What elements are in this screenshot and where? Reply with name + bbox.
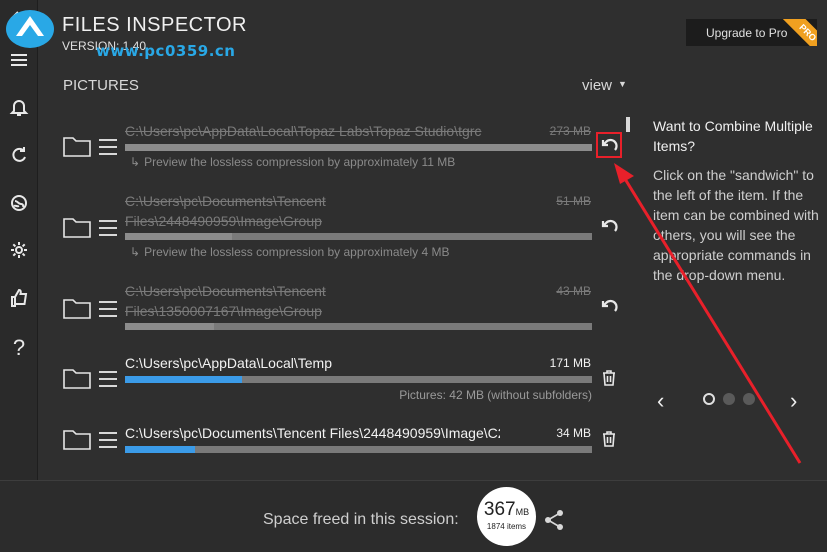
refresh-icon[interactable] <box>0 137 38 173</box>
sandwich-menu-button[interactable] <box>99 432 117 448</box>
freed-items: 1874 items <box>486 522 527 531</box>
sandwich-menu-button[interactable] <box>99 301 117 317</box>
item-progress-bar <box>125 446 592 453</box>
folder-icon <box>63 135 91 157</box>
help-panel: Want to Combine Multiple Items? Click on… <box>637 110 827 480</box>
space-freed-badge: 367MB 1874 items <box>477 487 536 546</box>
view-dropdown[interactable]: view ▼ <box>582 77 627 94</box>
item-path: C:\Users\pc\Documents\Tencent Files\2448… <box>125 193 326 229</box>
item-size: 43 MB <box>556 284 591 298</box>
item-size: 51 MB <box>556 194 591 208</box>
delete-button[interactable] <box>596 426 622 452</box>
left-rail: ? <box>0 0 38 480</box>
undo-icon <box>601 138 618 151</box>
item-size: 34 MB <box>556 426 591 440</box>
undo-icon <box>601 299 618 312</box>
prev-chevron-icon[interactable]: ‹ <box>657 388 664 414</box>
item-subtext: Pictures: 42 MB (without subfolders) <box>399 388 592 402</box>
item-path: C:\Users\pc\Documents\Tencent Files\1350… <box>125 283 326 319</box>
item-size: 273 MB <box>549 124 591 138</box>
folder-icon <box>63 216 91 238</box>
app-title: FILES INSPECTOR <box>62 14 247 36</box>
undo-button[interactable] <box>596 293 622 319</box>
pager-dot[interactable] <box>743 393 755 405</box>
pager-dots <box>703 393 755 405</box>
watermark-logo-icon <box>6 10 54 48</box>
item-size: 171 MB <box>549 356 591 370</box>
item-path: C:\Users\pc\Documents\Tencent Files\2448… <box>125 425 500 441</box>
share-icon <box>545 510 563 530</box>
thumbs-up-icon[interactable] <box>0 280 38 316</box>
item-path: C:\Users\pc\AppData\Local\Topaz Labs\Top… <box>125 123 482 139</box>
pager-dot[interactable] <box>723 393 735 405</box>
help-title: Want to Combine Multiple Items? <box>653 118 813 154</box>
list-item: C:\Users\pc\Documents\Tencent Files\2448… <box>38 188 628 259</box>
watermark-text: www.pc0359.cn <box>96 42 236 60</box>
sandwich-menu-button[interactable] <box>99 220 117 236</box>
item-progress-fill <box>125 376 242 383</box>
item-progress-fill <box>125 144 592 151</box>
item-progress-bar <box>125 376 592 383</box>
help-body: Click on the "sandwich" to the left of t… <box>653 167 819 283</box>
gear-icon[interactable] <box>0 232 38 268</box>
sandwich-menu-button[interactable] <box>99 139 117 155</box>
folder-icon <box>63 297 91 319</box>
space-freed-label: Space freed in this session: <box>263 511 459 528</box>
freed-value: 367 <box>483 499 516 520</box>
undo-button[interactable] <box>596 132 622 158</box>
sandwich-menu-button[interactable] <box>99 371 117 387</box>
globe-icon[interactable] <box>0 185 38 221</box>
freed-unit: MB <box>515 507 530 517</box>
view-label: view <box>582 77 613 94</box>
undo-icon <box>601 219 618 232</box>
item-progress-fill <box>125 323 214 330</box>
upgrade-label: Upgrade to Pro <box>706 25 788 40</box>
item-progress-fill <box>125 446 196 453</box>
item-progress-bar <box>125 233 592 240</box>
share-button[interactable] <box>543 509 565 531</box>
item-progress-bar <box>125 323 592 330</box>
delete-button[interactable] <box>596 365 622 391</box>
trash-icon <box>603 370 615 386</box>
bell-icon[interactable] <box>0 89 38 125</box>
upgrade-to-pro-button[interactable]: Upgrade to Pro PRO <box>686 19 817 46</box>
list-item: C:\Users\pc\AppData\Local\Temp 171 MB Pi… <box>38 352 628 422</box>
section-title: PICTURES <box>63 77 139 94</box>
footer: Space freed in this session: 367MB 1874 … <box>0 480 827 552</box>
header: FILES INSPECTOR VERSION: 1.40 www.pc0359… <box>6 0 827 68</box>
folder-icon <box>63 428 91 450</box>
undo-button[interactable] <box>596 213 622 239</box>
caret-down-icon: ▼ <box>618 79 627 89</box>
folder-icon <box>63 367 91 389</box>
list-item: C:\Users\pc\Documents\Tencent Files\1350… <box>38 278 628 348</box>
list-item: C:\Users\pc\AppData\Local\Topaz Labs\Top… <box>38 115 628 185</box>
help-icon[interactable]: ? <box>0 330 38 366</box>
item-path: C:\Users\pc\AppData\Local\Temp <box>125 355 332 371</box>
item-progress-fill <box>125 233 233 240</box>
trash-icon <box>603 431 615 447</box>
item-progress-bar <box>125 144 592 151</box>
item-subtext: ↳ Preview the lossless compression by app… <box>130 245 450 259</box>
next-chevron-icon[interactable]: › <box>790 388 797 414</box>
item-subtext: ↳ Preview the lossless compression by app… <box>130 155 456 169</box>
pager-dot[interactable] <box>703 393 715 405</box>
